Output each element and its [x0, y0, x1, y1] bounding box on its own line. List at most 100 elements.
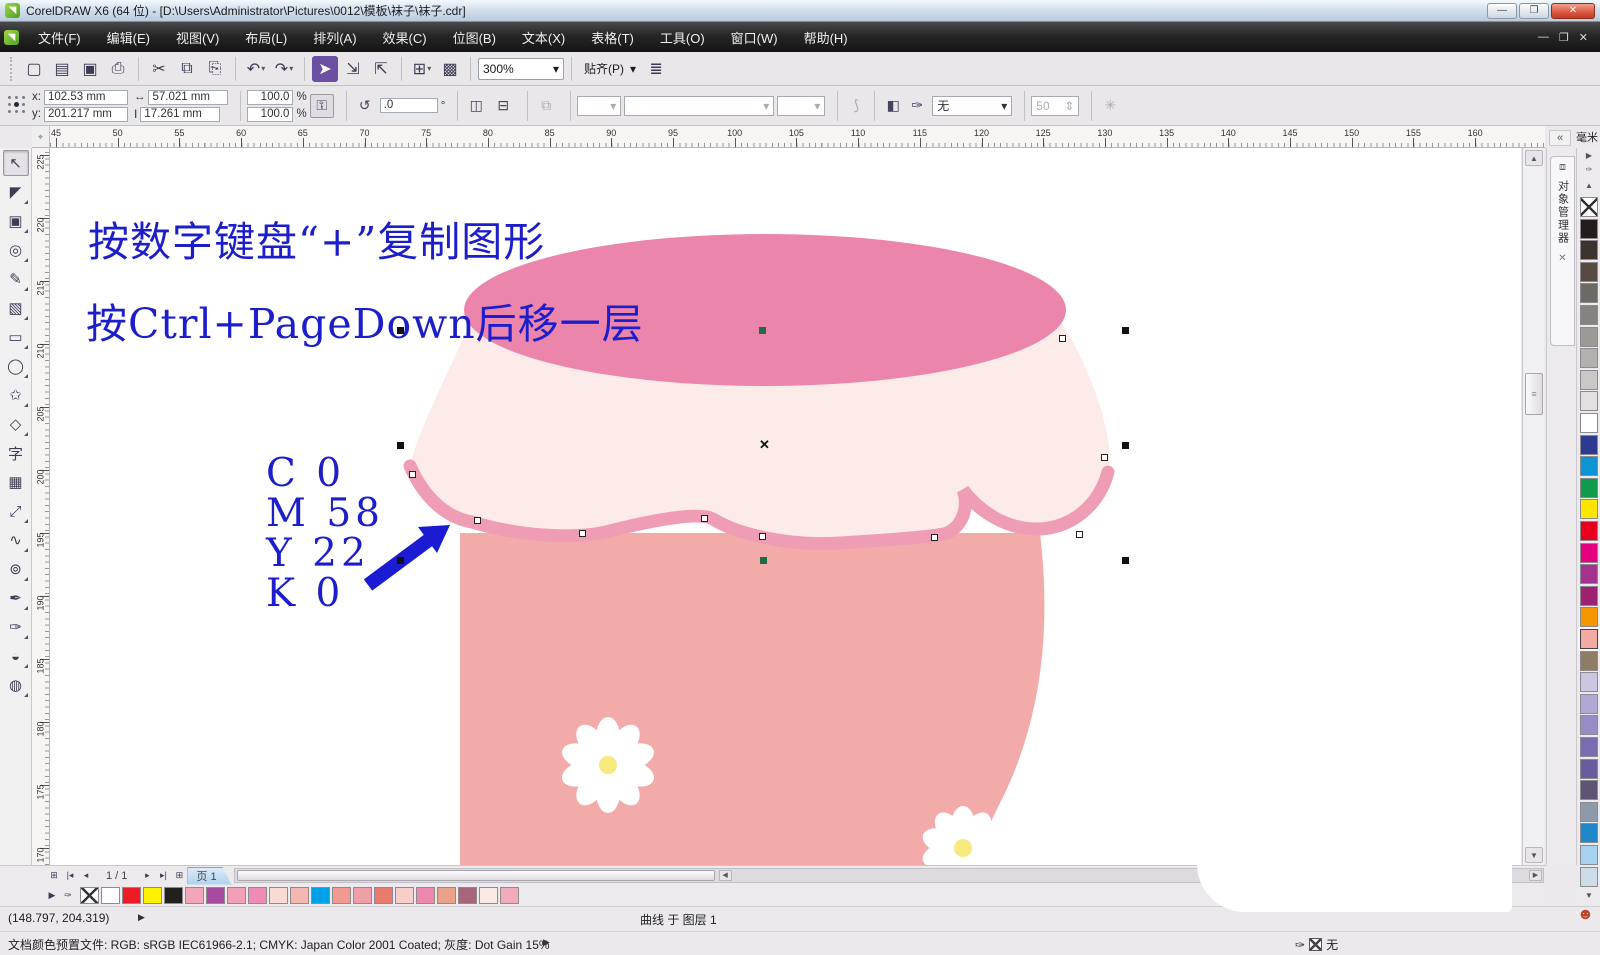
selection-handle[interactable] [759, 327, 766, 334]
profile-flyout-arrow[interactable]: ▶ [543, 937, 550, 948]
scroll-right-button[interactable]: ▶ [1529, 870, 1542, 881]
print-button[interactable]: ⎙ [105, 56, 131, 82]
restore-button[interactable]: ❐ [1519, 3, 1549, 19]
mirror-vertical-button[interactable]: ⊟ [491, 94, 515, 118]
curve-node[interactable] [1059, 335, 1066, 342]
menu-item-12[interactable]: 帮助(H) [791, 23, 861, 52]
close-button[interactable]: ✕ [1551, 3, 1595, 19]
search-content-button[interactable]: ➤ [312, 56, 338, 82]
palette-flyout-button[interactable]: ▶ [1580, 150, 1598, 163]
color-swatch[interactable] [1580, 499, 1598, 519]
menu-item-2[interactable]: 编辑(E) [94, 23, 163, 52]
color-swatch[interactable] [1580, 586, 1598, 606]
color-swatch[interactable] [1580, 845, 1598, 865]
object-width-field[interactable]: 57.021 mm [148, 90, 228, 105]
object-manager-docker-tab[interactable]: ⧈ 对象管理器 ✕ [1550, 156, 1575, 346]
blend-tool[interactable]: ⊚ [3, 556, 29, 582]
corner-radius-field[interactable]: ▾ [577, 96, 621, 116]
color-swatch[interactable] [185, 887, 204, 904]
color-swatch[interactable] [1580, 759, 1598, 779]
shape-tool[interactable]: ◤ [3, 179, 29, 205]
color-swatch[interactable] [1580, 240, 1598, 260]
open-button[interactable]: ▤ [49, 56, 75, 82]
palette-flyout-button-bottom[interactable]: ▶ [44, 888, 60, 904]
outline-width-dropdown[interactable]: 无▾ [932, 96, 1012, 116]
scroll-down-button[interactable]: ▼ [1525, 847, 1543, 863]
color-swatch[interactable] [1580, 456, 1598, 476]
selection-handle[interactable] [1122, 557, 1129, 564]
color-swatch[interactable] [479, 887, 498, 904]
menu-item-3[interactable]: 视图(V) [163, 23, 232, 52]
color-swatch[interactable] [1580, 543, 1598, 563]
zoom-tool[interactable]: ◎ [3, 237, 29, 263]
color-swatch[interactable] [1580, 715, 1598, 735]
color-swatch[interactable] [1580, 694, 1598, 714]
snap-to-dropdown[interactable]: 贴齐(P)▾ [579, 58, 641, 80]
save-button[interactable]: ▣ [77, 56, 103, 82]
color-eyedropper-tool[interactable]: ✒ [3, 585, 29, 611]
minimize-button[interactable]: — [1487, 3, 1517, 19]
color-swatch[interactable] [458, 887, 477, 904]
selection-handle[interactable] [1122, 442, 1129, 449]
zoom-level-dropdown[interactable]: 300%▾ [478, 58, 564, 80]
palette-scroll-down[interactable]: ▼ [1580, 890, 1598, 903]
color-swatch[interactable] [227, 887, 246, 904]
text-tool[interactable]: 字 [3, 440, 29, 466]
effects-button[interactable]: ✳ [1098, 94, 1122, 118]
undo-button[interactable]: ↶▾ [243, 56, 269, 82]
vertical-scroll-thumb[interactable] [1525, 373, 1543, 415]
menu-item-9[interactable]: 表格(T) [578, 23, 647, 52]
lock-ratio-button[interactable]: ⚿ [310, 94, 334, 118]
color-swatch[interactable] [1580, 672, 1598, 692]
last-page-button[interactable]: ▸| [155, 868, 171, 884]
vertical-ruler[interactable]: 225220215210205200195190185180175170 [32, 148, 50, 865]
color-swatch[interactable] [1580, 867, 1598, 887]
x-position-field[interactable]: 102.53 mm [44, 90, 128, 105]
color-swatch[interactable] [1580, 391, 1598, 411]
next-page-button[interactable]: ▸ [139, 868, 155, 884]
import-button[interactable]: ⇲ [340, 56, 366, 82]
color-swatch[interactable] [1580, 802, 1598, 822]
color-swatch[interactable] [353, 887, 372, 904]
pick-tool[interactable]: ↖ [3, 150, 29, 176]
connector-tool[interactable]: ∿ [3, 527, 29, 553]
curve-node[interactable] [1076, 531, 1083, 538]
curve-node[interactable] [579, 530, 586, 537]
rotation-angle-field[interactable]: .0 [380, 98, 438, 113]
color-swatch[interactable] [290, 887, 309, 904]
table-tool[interactable]: ▦ [3, 469, 29, 495]
curve-close-button[interactable]: ⟆ [844, 94, 868, 118]
menu-item-8[interactable]: 文本(X) [509, 23, 578, 52]
selection-handle[interactable] [397, 327, 404, 334]
scroll-left-button[interactable]: ◀ [719, 870, 732, 881]
color-swatch[interactable] [374, 887, 393, 904]
curve-node[interactable] [931, 534, 938, 541]
color-swatch[interactable] [1580, 413, 1598, 433]
interactive-fill-tool[interactable]: ◍ [3, 672, 29, 698]
y-position-field[interactable]: 201.217 mm [44, 107, 128, 122]
polygon-tool[interactable]: ✩ [3, 382, 29, 408]
mirror-horizontal-button[interactable]: ◫ [464, 94, 488, 118]
color-swatch[interactable] [1580, 262, 1598, 282]
no-color-swatch[interactable] [1580, 197, 1598, 217]
color-swatch[interactable] [1580, 629, 1598, 649]
redo-button[interactable]: ↷▾ [271, 56, 297, 82]
selection-handle[interactable] [397, 442, 404, 449]
docker-close-icon[interactable]: ✕ [1558, 253, 1566, 264]
menu-item-11[interactable]: 窗口(W) [718, 23, 791, 52]
menu-item-4[interactable]: 布局(L) [232, 23, 300, 52]
color-swatch[interactable] [164, 887, 183, 904]
units-dropdown[interactable]: ▾ [777, 96, 825, 116]
scale-x-field[interactable]: 100.0 [247, 90, 293, 105]
selection-handle[interactable] [397, 557, 404, 564]
palette-scroll-up[interactable]: ▲ [1580, 180, 1598, 193]
color-swatch[interactable] [1580, 283, 1598, 303]
scale-y-field[interactable]: 100.0 [247, 107, 293, 122]
color-swatch[interactable] [311, 887, 330, 904]
ellipse-tool[interactable]: ◯ [3, 353, 29, 379]
menu-item-1[interactable]: 文件(F) [25, 23, 94, 52]
color-swatch[interactable] [1580, 780, 1598, 800]
no-color-swatch[interactable] [80, 887, 99, 904]
color-swatch[interactable] [1580, 737, 1598, 757]
color-swatch[interactable] [1580, 823, 1598, 843]
